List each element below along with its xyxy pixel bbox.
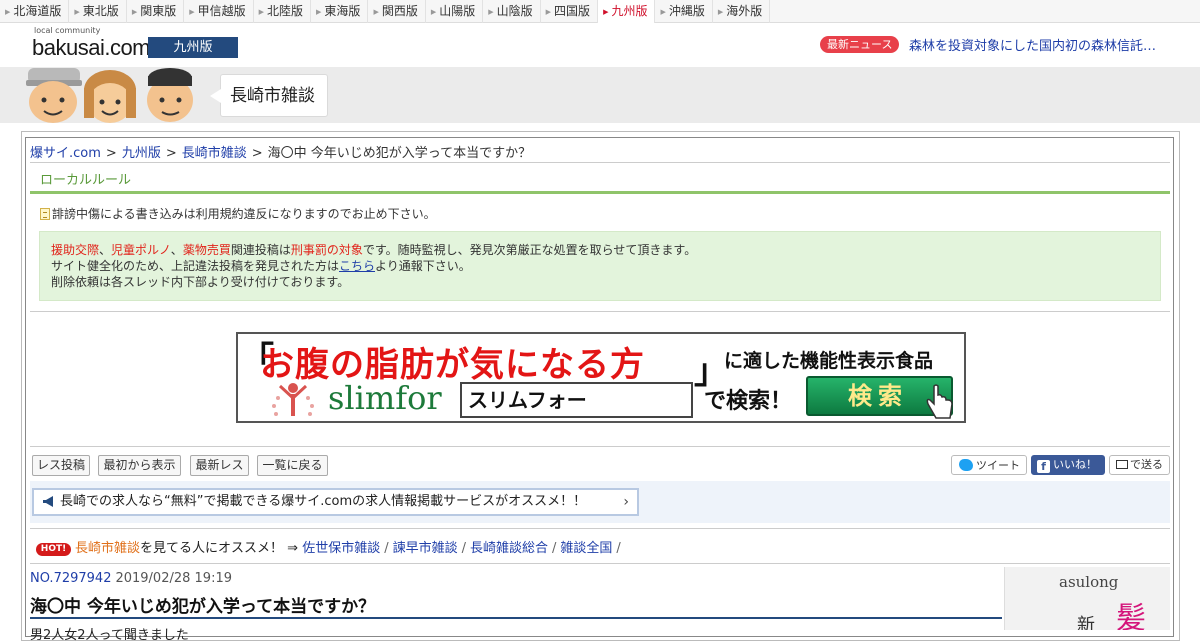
breadcrumb-edition[interactable]: 九州版 (122, 146, 161, 161)
logo-tagline: local community (34, 26, 101, 35)
chevron-right-icon: › (623, 494, 629, 510)
region-tab-okinawa[interactable]: ▶ 沖縄版 (655, 0, 713, 23)
ad-headline: お腹の脂肪が気になる方 (260, 345, 645, 385)
triangle-icon: ▶ (316, 8, 322, 16)
reco-link[interactable]: 長崎雑談総合 (470, 541, 548, 556)
back-to-list-button[interactable]: 一覧に戻る (257, 455, 328, 476)
region-tab-hokuriku[interactable]: ▶ 北陸版 (254, 0, 312, 23)
post-date: 2019/02/28 19:19 (115, 571, 232, 586)
rules-box: 援助交際、児童ポルノ、薬物売買関連投稿は刑事罰の対象です。随時監視し、発見次第厳… (39, 231, 1161, 301)
ad-search-text: で検索！ (704, 389, 793, 414)
rules-notice: 誹謗中傷による書き込みは利用規約違反になりますのでお止め下さい。 (40, 205, 436, 222)
divider (30, 311, 1170, 312)
recommendations: HOT! 長崎市雑談を見てる人にオススメ！ ⇒ 佐世保市雑談 / 諫早市雑談 / 長崎雑談… (36, 537, 625, 556)
region-tab-sanin[interactable]: ▶ 山陰版 (483, 0, 541, 23)
divider (30, 617, 1002, 619)
divider (30, 528, 1170, 529)
rules-line-1: 援助交際、児童ポルノ、薬物売買関連投稿は刑事罰の対象です。随時監視し、発見次第厳… (51, 243, 697, 257)
memo-icon (40, 208, 50, 220)
breadcrumb-current: 海〇中 今年いじめ犯が入学って本当ですか？ (267, 146, 532, 161)
divider (30, 162, 1170, 163)
ad-brand: slimfor (328, 379, 442, 417)
post-number: NO.7297942 2019/02/28 19:19 (30, 571, 232, 586)
region-tab-kansai[interactable]: ▶ 関西版 (368, 0, 426, 23)
slimfor-logo-icon (272, 383, 314, 416)
triangle-icon: ▶ (5, 8, 11, 16)
mascot-faces-icon (26, 68, 193, 123)
tweet-button[interactable]: ツイート (951, 455, 1027, 475)
triangle-icon: ▶ (430, 8, 437, 16)
side-ad-char: 新 (1077, 615, 1095, 630)
triangle-icon: ▶ (545, 8, 552, 16)
region-tab-sanyo[interactable]: ▶ 山陽版 (426, 0, 484, 23)
ad-banner[interactable]: 「 お腹の脂肪が気になる方 」 に適した機能性表示食品 slimfor スリムフ… (236, 332, 966, 423)
region-tab-overseas[interactable]: ▶ 海外版 (713, 0, 771, 23)
ad-search-field: スリムフォー (460, 382, 693, 418)
job-promo-link[interactable]: 長崎での求人なら“無料”で掲載できる爆サイ.comの求人情報掲載サービスがオスス… (32, 488, 639, 516)
triangle-icon: ▶ (717, 8, 724, 16)
post-reply-button[interactable]: レス投稿 (32, 455, 90, 476)
region-tab-kyushu[interactable]: ▶ 九州版 (598, 0, 656, 23)
post-title: 海〇中 今年いじめ犯が入学って本当ですか？ (30, 597, 376, 617)
breadcrumb-site[interactable]: 爆サイ.com (30, 146, 101, 161)
rules-line-3: 削除依頼は各スレッド内下部より受け付けております。 (51, 275, 350, 289)
triangle-icon: ▶ (373, 8, 379, 16)
facebook-icon: f (1037, 460, 1050, 473)
megaphone-icon (43, 496, 53, 507)
region-tab-shikoku[interactable]: ▶ 四国版 (541, 0, 599, 23)
region-tab-hokkaido[interactable]: ▶ 北海道版 (0, 0, 70, 23)
latest-replies-button[interactable]: 最新レス (190, 455, 249, 476)
site-logo[interactable]: bakusai.com (32, 35, 151, 61)
reco-link[interactable]: 佐世保市雑談 (302, 541, 380, 556)
breadcrumb-board[interactable]: 長崎市雑談 (182, 146, 247, 161)
rules-line-2: サイト健全化のため、上記違法投稿を発見された方はこちらより通報下さい。 (51, 259, 471, 273)
breadcrumb-separator: > (165, 146, 177, 161)
triangle-icon: ▶ (488, 8, 494, 16)
post-body: 男2人女2人って聞きました (30, 628, 189, 643)
hot-badge: HOT! (36, 543, 71, 556)
region-nav: ▶ 北海道版 ▶ 東北版 ▶ 関東版 ▶ 甲信越版 ▶ 北陸版 ▶ 東海版 ▶ 関西版 ▶ 山陽… (0, 0, 1200, 23)
show-from-start-button[interactable]: 最初から表示 (98, 455, 181, 476)
divider (30, 191, 1170, 194)
breadcrumb-separator: > (105, 146, 117, 161)
triangle-icon: ▶ (258, 8, 265, 16)
ad-subline: に適した機能性表示食品 (724, 350, 934, 372)
reco-link[interactable]: 雑談全国 (560, 541, 612, 556)
triangle-icon: ▶ (131, 8, 138, 16)
facebook-like-button[interactable]: f いいね！ (1031, 455, 1105, 475)
reco-link[interactable]: 諫早市雑談 (393, 541, 458, 556)
send-mail-button[interactable]: で送る (1109, 455, 1170, 475)
side-ad-char: 髪 (1116, 601, 1146, 630)
divider (30, 446, 1170, 447)
latest-news-link[interactable]: 森林を投資対象にした国内初の森林信託… (909, 35, 1177, 54)
breadcrumb-separator: > (251, 146, 263, 161)
edition-badge: 九州版 (148, 37, 238, 58)
region-tab-tokai[interactable]: ▶ 東海版 (311, 0, 369, 23)
region-tab-koshinetsu[interactable]: ▶ 甲信越版 (184, 0, 254, 23)
divider (30, 563, 1170, 564)
region-tab-tohoku[interactable]: ▶ 東北版 (69, 0, 127, 23)
reco-board-link[interactable]: 長崎市雑談 (75, 541, 140, 556)
twitter-icon (959, 459, 973, 471)
board-title: 長崎市雑談 (210, 74, 328, 117)
mail-icon (1116, 460, 1128, 469)
triangle-icon: ▶ (603, 8, 609, 16)
hand-cursor-icon (926, 384, 953, 419)
local-rule-title: ローカルルール (40, 173, 132, 188)
report-link[interactable]: こちら (339, 259, 375, 273)
side-ad-brand: asulong (1059, 573, 1119, 591)
triangle-icon: ▶ (74, 8, 80, 16)
latest-news-badge: 最新ニュース (820, 36, 900, 53)
triangle-icon: ▶ (189, 8, 195, 16)
triangle-icon: ▶ (660, 8, 666, 16)
region-tab-kanto[interactable]: ▶ 関東版 (127, 0, 185, 23)
side-ad[interactable]: asulong 新 髪 (1004, 567, 1170, 630)
breadcrumb: 爆サイ.com > 九州版 > 長崎市雑談 > 海〇中 今年いじめ犯が入学って本当ですか？ (30, 142, 531, 161)
